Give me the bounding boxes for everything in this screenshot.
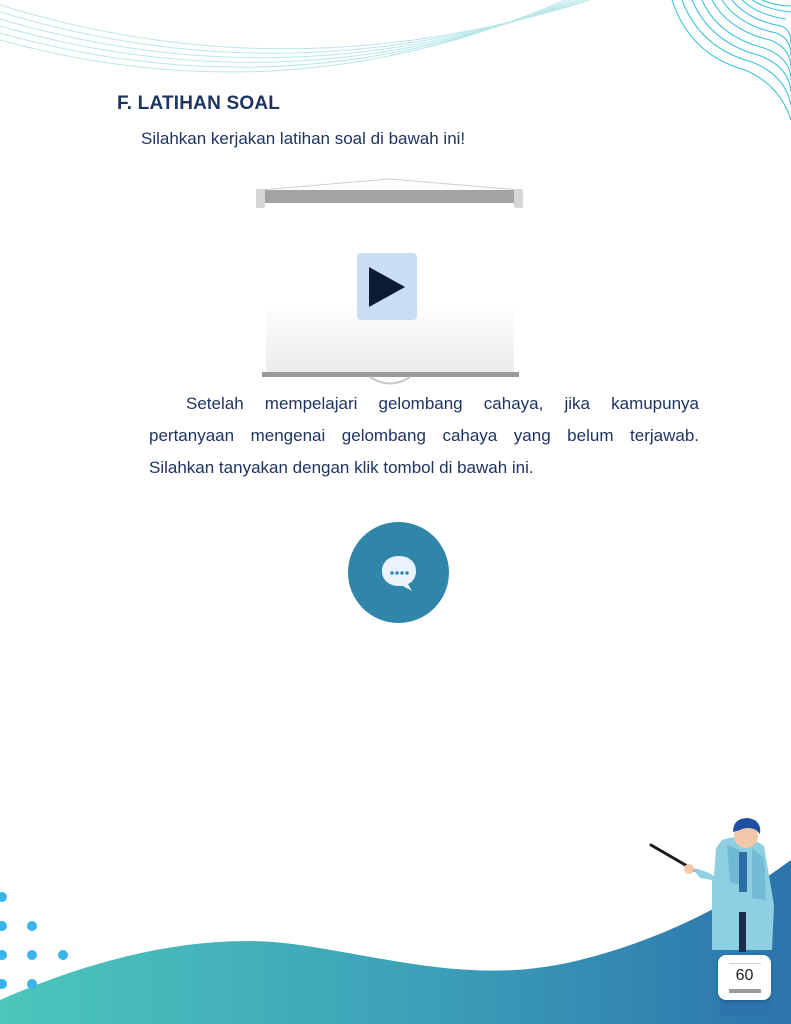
paragraph-line-2: pertanyaan mengenai gelombang cahaya yan… — [149, 426, 699, 445]
ask-question-button[interactable] — [348, 522, 449, 623]
section-heading: F. LATIHAN SOAL — [117, 93, 281, 114]
page-divider-top — [729, 963, 761, 964]
page-number: 60 — [735, 967, 754, 984]
teacher-illustration — [649, 818, 774, 1016]
video-play-button[interactable] — [357, 253, 417, 320]
page-divider-bottom — [729, 989, 761, 993]
chat-bubble-icon — [381, 555, 416, 591]
paragraph-line-1: Setelah mempelajari gelombang cahaya, ji… — [186, 394, 699, 413]
page-number-badge: 60 — [718, 955, 771, 1000]
question-paragraph: Setelah mempelajari gelombang cahaya, ji… — [149, 388, 699, 484]
paragraph-line-3: Silahkan tanyakan dengan klik tombol di … — [149, 458, 534, 477]
play-icon — [369, 266, 405, 307]
section-intro: Silahkan kerjakan latihan soal di bawah … — [141, 129, 466, 148]
top-wave-lines — [0, 0, 791, 121]
decorative-dots — [0, 892, 68, 989]
bottom-wave — [0, 860, 791, 1024]
